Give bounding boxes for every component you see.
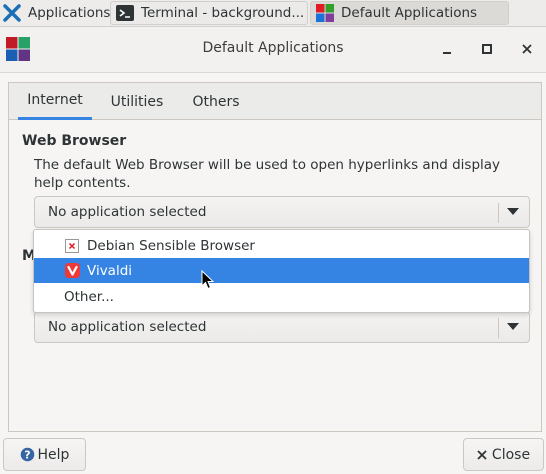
debian-sensible-browser-icon	[64, 238, 80, 254]
menu-item-label: Debian Sensible Browser	[87, 237, 255, 254]
combo-separator	[498, 203, 499, 223]
help-button[interactable]: ? Help	[3, 438, 86, 471]
applications-menu-button[interactable]: Applications ≡	[0, 1, 110, 25]
window-title: Default Applications	[202, 40, 344, 56]
applications-label: Applications	[28, 5, 110, 21]
close-window-icon[interactable]	[517, 39, 537, 59]
menu-item-label: Other...	[64, 288, 114, 305]
help-button-label: Help	[37, 446, 70, 463]
web-browser-combobox[interactable]: No application selected	[34, 196, 530, 228]
combo-separator	[498, 318, 499, 338]
menu-item-label: Vivaldi	[87, 262, 133, 279]
tab-bar: Internet Utilities Others	[9, 83, 541, 120]
default-applications-task-label: Default Applications	[341, 5, 478, 21]
browser-dropdown-menu: Debian Sensible Browser Vivaldi Other...	[33, 229, 530, 313]
mail-reader-selected-value: No application selected	[48, 319, 207, 335]
tab-others[interactable]: Others	[183, 83, 249, 120]
close-button-label: Close	[491, 446, 531, 463]
menu-item-vivaldi[interactable]: Vivaldi	[34, 258, 529, 283]
menu-item-debian-sensible-browser[interactable]: Debian Sensible Browser	[34, 233, 529, 258]
taskbar-item-terminal[interactable]: Terminal - background...	[110, 1, 308, 25]
mail-reader-combobox[interactable]: No application selected	[34, 311, 530, 343]
web-browser-section-title: Web Browser	[22, 133, 127, 149]
tab-utilities[interactable]: Utilities	[100, 83, 174, 120]
xfce-logo-icon	[2, 3, 22, 23]
taskbar: Applications ≡ Terminal - background... …	[0, 0, 546, 27]
taskbar-item-default-applications[interactable]: Default Applications	[310, 1, 509, 25]
web-browser-description: The default Web Browser will be used to …	[34, 157, 501, 191]
svg-text:?: ?	[24, 449, 30, 462]
close-button[interactable]: Close	[463, 438, 544, 471]
mouse-pointer-icon	[201, 269, 215, 294]
chevron-down-icon	[507, 323, 519, 330]
terminal-icon	[115, 3, 135, 23]
close-icon	[477, 449, 487, 460]
chevron-down-icon	[507, 208, 519, 215]
web-browser-selected-value: No application selected	[48, 204, 207, 220]
minimize-icon[interactable]	[437, 39, 457, 59]
default-applications-icon	[315, 3, 335, 23]
tab-internet[interactable]: Internet	[18, 83, 92, 120]
window-titlebar[interactable]: Default Applications	[0, 27, 546, 73]
menu-item-other[interactable]: Other...	[34, 284, 529, 309]
help-icon: ?	[20, 447, 35, 462]
maximize-icon[interactable]	[477, 39, 497, 59]
terminal-task-label: Terminal - background...	[141, 5, 305, 21]
vivaldi-icon	[64, 263, 80, 279]
